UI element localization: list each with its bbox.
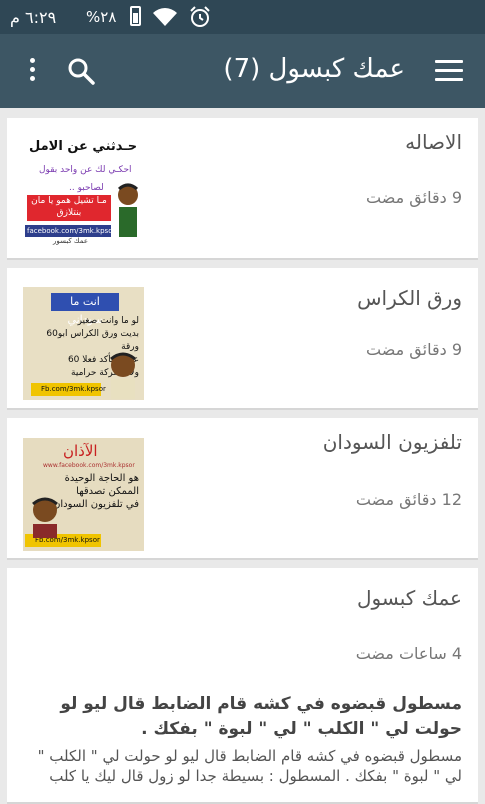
post-time: 9 دقائق مضت <box>366 340 462 359</box>
post-card[interactable]: ورق الكراس 9 دقائق مضت انت ما سوداني لو … <box>7 268 478 410</box>
post-title: الاصاله <box>405 130 462 154</box>
post-time: 12 دقائق مضت <box>355 490 462 509</box>
post-thumbnail: الآذان www.facebook.com/3mk.kpsor هو الح… <box>23 438 144 551</box>
alarm-icon <box>190 6 210 27</box>
status-bar: ٦:٢٩ م %٢٨ <box>0 0 485 34</box>
thumb-heading: انت ما سوداني <box>51 293 119 326</box>
wifi-icon <box>153 8 177 26</box>
thumb-facebook: Fb.com/3mk.kpsor <box>31 383 106 396</box>
status-time: ٦:٢٩ م <box>10 8 57 27</box>
post-time: 9 دقائق مضت <box>366 188 462 207</box>
hamburger-menu-icon[interactable] <box>435 60 463 82</box>
cartoon-man-icon <box>110 352 136 399</box>
battery-icon <box>130 6 141 26</box>
post-title: عمك كبسول <box>357 586 462 610</box>
thumb-red-banner: مـا تشيل همو يا مان بنتلازق <box>27 195 111 221</box>
app-bar: عمك كبسول (7) <box>0 34 485 108</box>
post-title: مسطول قبضوه في كشه قام الضابط قال ليو لو… <box>60 694 462 739</box>
post-title: تلفزيون السودان <box>322 430 462 454</box>
thumb-facebook: facebook.com/3mk.kpsor <box>25 225 116 237</box>
thumb-line: لصاحبو .. <box>69 183 104 193</box>
search-icon[interactable] <box>66 56 96 86</box>
page-title: عمك كبسول (7) <box>223 54 405 84</box>
post-body: مسطول قبضوه في كشه قام الضابط قال ليو لو… <box>37 747 462 785</box>
post-card[interactable]: الاصاله 9 دقائق مضت حـدثني عن الامل احكـ… <box>7 118 478 260</box>
thumb-line: لو ما وانت صغير <box>77 316 139 326</box>
cartoon-man-icon <box>32 497 58 538</box>
post-card[interactable]: مسطول قبضوه في كشه قام الضابط قال ليو لو… <box>7 684 478 804</box>
post-thumbnail: انت ما سوداني لو ما وانت صغير بديت ورق ا… <box>23 287 144 400</box>
overflow-menu-icon[interactable] <box>20 58 44 86</box>
post-time: 4 ساعات مضت <box>355 644 462 663</box>
post-thumbnail: حـدثني عن الامل احكـي لك عن واحد بقول لص… <box>23 135 144 248</box>
thumb-url: www.facebook.com/3mk.kpsor <box>43 462 135 469</box>
cartoon-man-icon <box>118 183 138 237</box>
thumb-signature: عمك كبسور <box>53 237 89 245</box>
post-card[interactable]: تلفزيون السودان 12 دقائق مضت الآذان www.… <box>7 418 478 560</box>
thumb-heading: الآذان <box>63 442 98 460</box>
post-title: ورق الكراس <box>357 286 462 310</box>
battery-percent: %٢٨ <box>86 8 117 26</box>
thumb-heading: حـدثني عن الامل <box>29 139 138 154</box>
thumb-line: هو الحاجة الوحيدة <box>64 473 139 484</box>
post-card[interactable]: عمك كبسول 4 ساعات مضت <box>7 568 478 686</box>
thumb-line: احكـي لك عن واحد بقول <box>39 165 132 175</box>
